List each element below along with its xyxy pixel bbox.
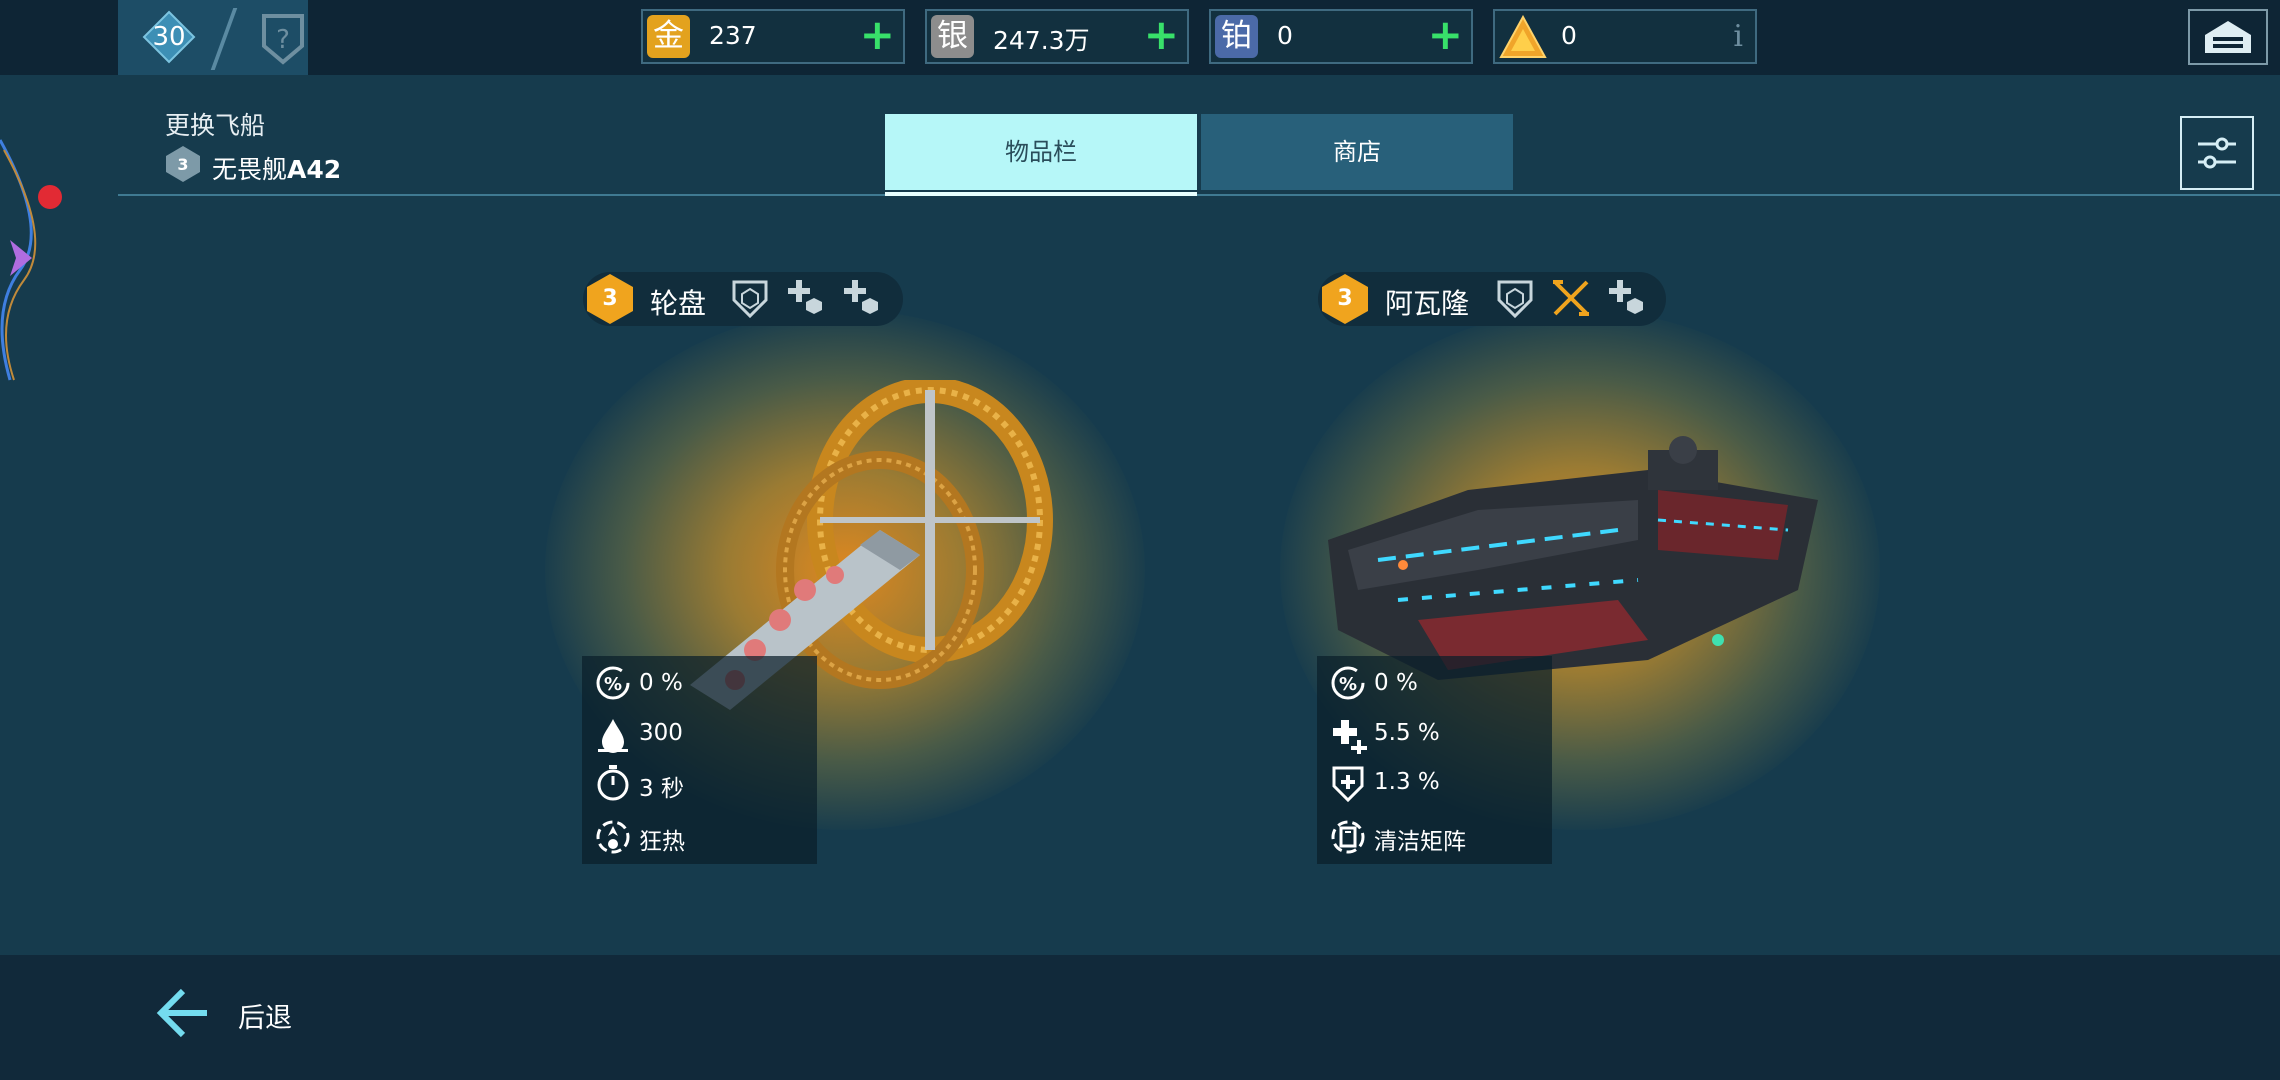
back-button[interactable]: 后退 [238, 996, 292, 1035]
notification-dot [38, 185, 62, 209]
platinum-icon: 铂 [1215, 15, 1258, 58]
triangle-amount: 0 [1561, 21, 1577, 50]
info-button[interactable]: i [1733, 19, 1743, 54]
silver-icon: 银 [931, 15, 974, 58]
platinum-currency: 铂 0 + [1209, 9, 1473, 64]
timer-icon [597, 765, 629, 801]
ship-1-stat-1: 0 % [639, 670, 683, 696]
ship-2-stat-1: 0 % [1374, 670, 1418, 696]
svg-text:%: % [604, 674, 622, 695]
current-ship-name: 无畏舰A42 [212, 150, 341, 186]
tab-inventory[interactable]: 物品栏 [885, 114, 1197, 190]
add-platinum-button[interactable]: + [1428, 14, 1463, 56]
percent-icon: % [596, 666, 630, 700]
ship-name-1: 轮盘 [650, 287, 707, 320]
armor-shield-icon [732, 280, 768, 319]
silver-currency: 银 247.3万 + [925, 9, 1189, 64]
tier-badge-icon: 3 [166, 146, 200, 182]
back-arrow-icon[interactable] [155, 987, 211, 1039]
active-tab-indicator [885, 192, 1197, 196]
percent-icon: % [1331, 666, 1365, 700]
ship-2-stat-4: 清洁矩阵 [1374, 829, 1466, 855]
svg-text:%: % [1339, 674, 1357, 695]
filter-button[interactable] [2180, 116, 2254, 190]
ship-name-2: 阿瓦隆 [1385, 287, 1470, 320]
add-silver-button[interactable]: + [1144, 14, 1179, 56]
armor-shield-icon [1497, 280, 1533, 319]
shield-plus-icon [1332, 766, 1364, 802]
sliders-icon [2198, 137, 2236, 169]
bottom-bar [0, 955, 2280, 1080]
page-title: 更换飞船 [165, 111, 266, 140]
header-divider [118, 194, 2280, 196]
ship-2-stat-2: 5.5 % [1374, 720, 1440, 746]
repair-plus-icon [1333, 720, 1367, 754]
repair-module-icon [844, 280, 878, 314]
ship-2-stat-3: 1.3 % [1374, 769, 1440, 795]
gold-amount: 237 [709, 21, 757, 50]
platinum-amount: 0 [1277, 21, 1293, 50]
silver-amount: 247.3万 [993, 26, 1090, 55]
drop-icon [598, 719, 628, 753]
hangar-button[interactable] [2188, 9, 2268, 65]
add-gold-button[interactable]: + [860, 14, 895, 56]
gold-currency: 金 237 + [641, 9, 905, 64]
crossed-weapons-icon [1553, 280, 1589, 316]
cleanse-matrix-icon [1331, 820, 1365, 854]
svg-text:?: ? [276, 25, 290, 55]
tab-shop[interactable]: 商店 [1201, 114, 1513, 190]
ship-name-code: A42 [287, 155, 342, 184]
repair-module-icon [788, 280, 822, 314]
triangle-token-icon [1499, 15, 1547, 58]
ship-1-stat-2: 300 [639, 720, 683, 746]
ship-tier-1: 3 [602, 286, 618, 311]
player-level: 30 [152, 22, 186, 52]
ship-name-prefix: 无畏舰 [212, 155, 288, 184]
help-shield-icon[interactable]: ? [258, 12, 308, 66]
hangar-icon [2205, 21, 2251, 53]
svg-text:3: 3 [177, 155, 188, 174]
repair-module-icon [1609, 280, 1643, 314]
side-drawer-handle[interactable] [0, 130, 60, 390]
gold-icon: 金 [647, 15, 690, 58]
ship-1-stat-4: 狂热 [639, 829, 685, 855]
ship-1-stat-3: 3 秒 [639, 776, 684, 802]
ship-tier-2: 3 [1337, 286, 1353, 311]
frenzy-icon [596, 820, 630, 854]
triangle-currency: 0 i [1493, 9, 1757, 64]
